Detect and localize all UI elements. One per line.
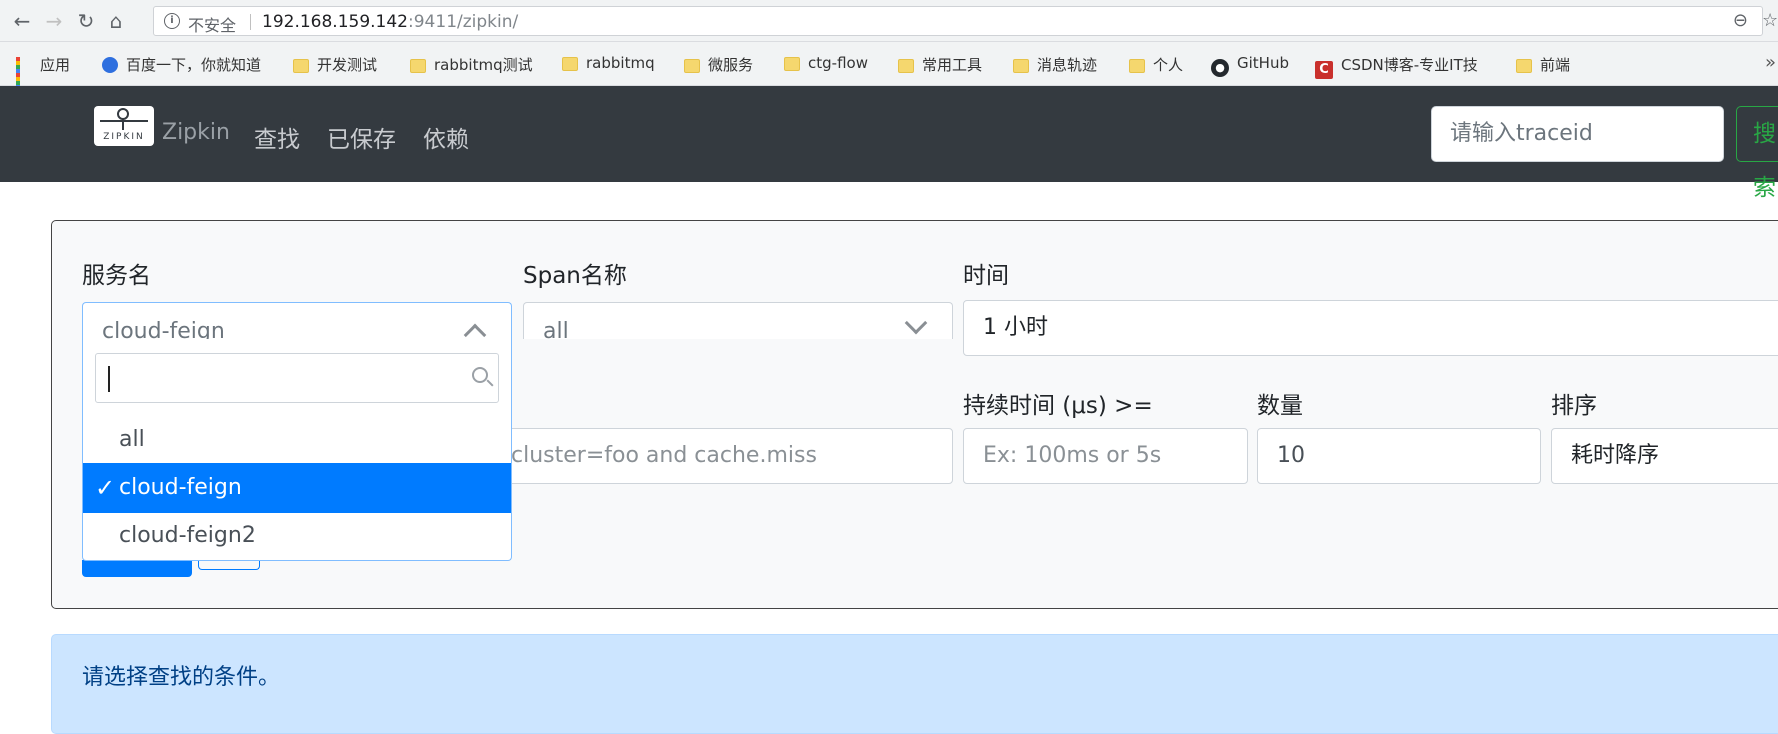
- bookmark-label: 百度一下，你就知道: [126, 56, 262, 74]
- nav-dependencies[interactable]: 依赖: [423, 120, 469, 154]
- span-label: Span名称: [523, 263, 627, 289]
- logo-text: ZIPKIN: [103, 132, 145, 142]
- bookmark-folder[interactable]: 微服务: [684, 54, 753, 74]
- count-label: 数量: [1257, 393, 1303, 419]
- folder-icon: [784, 57, 800, 71]
- folder-icon: [684, 59, 700, 73]
- bookmark-label: 应用: [40, 56, 71, 74]
- alert-message: 请选择查找的条件。: [82, 665, 281, 690]
- zipkin-logo[interactable]: ZIPKIN: [94, 106, 154, 146]
- bookmark-apps[interactable]: 应用: [16, 54, 71, 93]
- csdn-icon: C: [1315, 61, 1333, 79]
- bookmark-label: 开发测试: [317, 56, 378, 74]
- annotation-query-input[interactable]: cluster=foo and cache.miss: [482, 428, 953, 484]
- bookmark-baidu[interactable]: 百度一下，你就知道: [102, 54, 261, 74]
- chevron-up-icon: [463, 323, 487, 339]
- url-text[interactable]: 192.168.159.142:9411/zipkin/: [262, 12, 518, 32]
- bookmark-label: CSDN博客-专业IT技: [1341, 56, 1478, 74]
- service-select-value: cloud-feign: [102, 319, 225, 340]
- traceid-search-button[interactable]: 搜索: [1736, 106, 1778, 201]
- nav-find[interactable]: 查找: [254, 120, 300, 154]
- option-label: all: [119, 427, 145, 452]
- home-icon[interactable]: ⌂: [104, 9, 128, 33]
- service-select[interactable]: cloud-feign: [82, 302, 512, 339]
- bookmark-label: ctg-flow: [808, 54, 868, 72]
- traceid-input[interactable]: 请输入traceid: [1431, 106, 1724, 162]
- reload-icon[interactable]: ↻: [74, 9, 98, 33]
- bookmark-star-icon[interactable]: ☆: [1762, 10, 1778, 31]
- bookmark-label: 消息轨迹: [1037, 56, 1098, 74]
- checkmark-icon: ✓: [95, 474, 116, 502]
- app-navbar: ZIPKIN Zipkin 查找 已保存 依赖 请输入traceid 搜索: [0, 86, 1778, 201]
- dropdown-option-cloud-feign2[interactable]: cloud-feign2: [83, 511, 511, 561]
- dropdown-option-cloud-feign[interactable]: ✓ cloud-feign: [83, 463, 511, 513]
- bookmark-label: 微服务: [708, 56, 754, 74]
- find-button[interactable]: [82, 560, 192, 577]
- folder-icon: [1129, 59, 1145, 73]
- bookmark-folder[interactable]: 消息轨迹: [1013, 54, 1097, 74]
- url-host: 192.168.159.142: [262, 12, 409, 32]
- bookmark-folder[interactable]: rabbitmq: [562, 54, 655, 74]
- github-icon: ●: [1211, 59, 1229, 77]
- folder-icon: [1516, 59, 1532, 73]
- browser-toolbar: ← → ↻ ⌂ i 不安全 192.168.159.142:9411/zipki…: [0, 0, 1778, 42]
- dropdown-search-input[interactable]: [95, 353, 499, 403]
- span-select-value: all: [543, 319, 569, 340]
- bookmark-label: GitHub: [1237, 54, 1289, 72]
- forward-icon[interactable]: →: [42, 9, 66, 33]
- text-caret: [108, 366, 110, 392]
- bookmark-label: 前端: [1540, 56, 1571, 74]
- time-select[interactable]: 1 小时: [963, 300, 1778, 356]
- option-label: cloud-feign: [119, 475, 242, 500]
- bookmark-folder[interactable]: 常用工具: [898, 54, 982, 74]
- service-dropdown: all ✓ cloud-feign cloud-feign2: [82, 339, 512, 561]
- bookmark-label: 常用工具: [922, 56, 983, 74]
- logo-ring: [117, 108, 129, 120]
- count-input[interactable]: 10: [1257, 428, 1541, 484]
- info-icon[interactable]: i: [164, 13, 180, 29]
- folder-icon: [562, 57, 578, 71]
- bookmark-label: rabbitmq测试: [434, 56, 533, 74]
- option-label: cloud-feign2: [119, 523, 256, 548]
- reset-button[interactable]: [198, 560, 260, 570]
- dropdown-option-all[interactable]: all: [83, 415, 511, 465]
- sort-label: 排序: [1551, 393, 1597, 419]
- span-select[interactable]: all: [523, 302, 953, 339]
- bookmark-folder[interactable]: 前端: [1516, 54, 1570, 74]
- more-bookmarks-icon[interactable]: »: [1765, 52, 1776, 73]
- baidu-icon: [102, 57, 118, 73]
- folder-icon: [898, 59, 914, 73]
- bookmark-folder[interactable]: 个人: [1129, 54, 1183, 74]
- duration-label: 持续时间 (μs) >=: [963, 393, 1153, 419]
- bookmark-label: 个人: [1153, 56, 1184, 74]
- bookmarks-bar: 应用 百度一下，你就知道 开发测试 rabbitmq测试 rabbitmq 微服…: [0, 42, 1778, 93]
- bookmark-github[interactable]: ● GitHub: [1211, 54, 1289, 77]
- brand-name[interactable]: Zipkin: [162, 120, 230, 145]
- address-bar[interactable]: i 不安全 192.168.159.142:9411/zipkin/ ⊖: [153, 6, 1763, 36]
- sort-select[interactable]: 耗时降序: [1551, 428, 1778, 484]
- back-icon[interactable]: ←: [10, 9, 34, 33]
- url-path: :9411/zipkin/: [408, 12, 519, 32]
- logo-line: [100, 120, 148, 122]
- info-alert: 请选择查找的条件。: [51, 634, 1778, 734]
- chevron-down-icon: [904, 311, 928, 335]
- folder-icon: [410, 59, 426, 73]
- zoom-icon[interactable]: ⊖: [1733, 10, 1748, 31]
- apps-grid-icon: [16, 57, 32, 93]
- folder-icon: [1013, 59, 1029, 73]
- bookmark-folder[interactable]: ctg-flow: [784, 54, 868, 74]
- nav-saved[interactable]: 已保存: [327, 120, 396, 154]
- divider: [250, 14, 251, 30]
- bookmark-label: rabbitmq: [586, 54, 655, 72]
- bookmark-folder[interactable]: 开发测试: [293, 54, 377, 74]
- service-label: 服务名: [82, 263, 151, 289]
- duration-input[interactable]: Ex: 100ms or 5s: [963, 428, 1248, 484]
- bookmark-csdn[interactable]: C CSDN博客-专业IT技: [1315, 54, 1478, 79]
- search-icon: [472, 367, 488, 383]
- folder-icon: [293, 59, 309, 73]
- bookmark-folder[interactable]: rabbitmq测试: [410, 54, 533, 74]
- time-label: 时间: [963, 263, 1009, 289]
- insecure-label: 不安全: [188, 16, 237, 35]
